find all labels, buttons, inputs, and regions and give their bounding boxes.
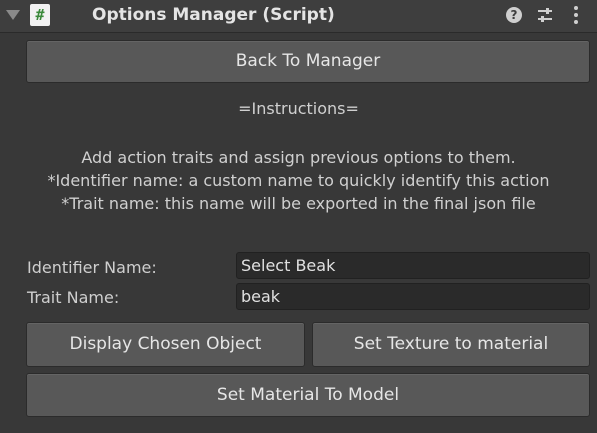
display-chosen-object-button[interactable]: Display Chosen Object bbox=[26, 322, 305, 367]
back-to-manager-button[interactable]: Back To Manager bbox=[26, 40, 590, 83]
help-icon[interactable]: ? bbox=[506, 7, 522, 23]
set-texture-button[interactable]: Set Texture to material bbox=[312, 322, 590, 367]
instructions-line: *Trait name: this name will be exported … bbox=[61, 194, 536, 213]
component-title: Options Manager (Script) bbox=[92, 5, 335, 25]
script-icon-glyph: # bbox=[35, 6, 45, 24]
instructions-line: *Identifier name: a custom name to quick… bbox=[47, 171, 550, 190]
component-header[interactable]: # Options Manager (Script) ? bbox=[0, 0, 597, 33]
identifier-name-field[interactable]: Select Beak bbox=[236, 252, 590, 279]
identifier-name-label: Identifier Name: bbox=[27, 258, 157, 277]
more-icon[interactable] bbox=[572, 5, 580, 25]
settings-icon[interactable] bbox=[536, 6, 554, 24]
set-material-button[interactable]: Set Material To Model bbox=[26, 373, 590, 417]
fold-arrow-icon[interactable] bbox=[6, 10, 20, 20]
options-manager-inspector: # Options Manager (Script) ? Back To Man… bbox=[0, 0, 597, 433]
trait-name-label: Trait Name: bbox=[27, 288, 120, 307]
instructions-heading: =Instructions= bbox=[238, 99, 359, 118]
trait-name-field[interactable]: beak bbox=[236, 283, 590, 310]
script-icon: # bbox=[30, 4, 50, 26]
instructions-line: Add action traits and assign previous op… bbox=[81, 148, 516, 167]
